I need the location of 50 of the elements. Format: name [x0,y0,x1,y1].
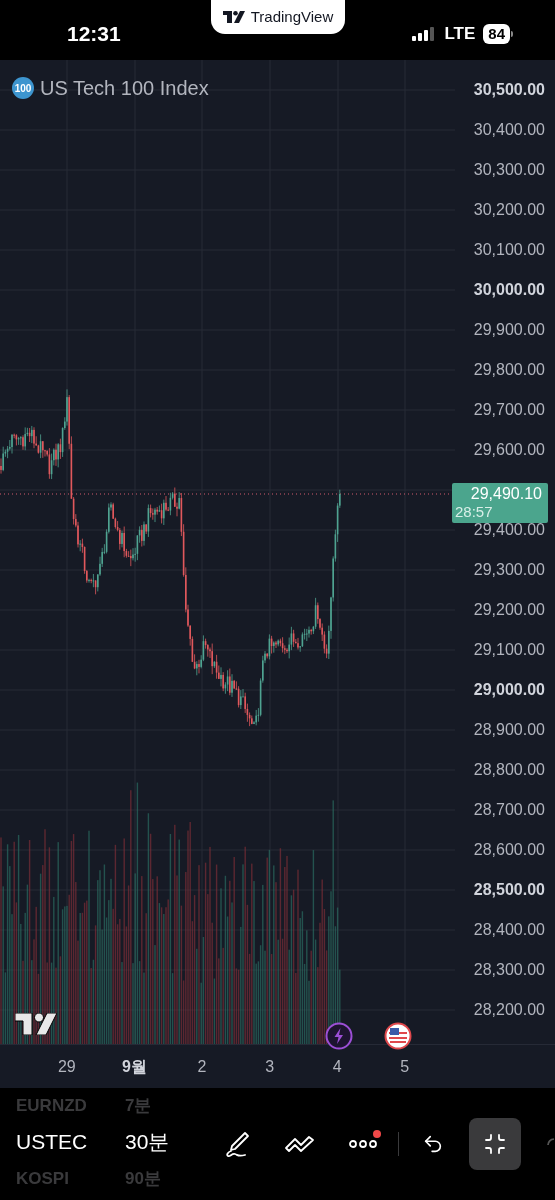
picker-option[interactable]: 7분 [124,1089,215,1122]
network-label: LTE [444,23,476,46]
price-label: 28,600.00 [473,840,545,860]
time-label: 3 [265,1056,275,1077]
price-label: 29,600.00 [473,440,545,460]
signal-icon [412,27,437,41]
time-label: 5 [400,1056,410,1077]
price-label: 28,400.00 [473,920,545,940]
price-label: 29,200.00 [473,600,545,620]
last-price-label: 29,490.10 28:57 [452,483,548,523]
logo-icon [15,1013,57,1035]
picker-option[interactable]: 90분 [124,1162,215,1195]
price-label: 29,400.00 [473,520,545,540]
status-time: 12:31 [67,21,121,48]
lightning-icon[interactable] [325,1022,353,1050]
logo-icon [222,11,245,23]
battery-icon: 84 [483,24,513,44]
price-label: 28,900.00 [473,720,545,740]
price-label: 30,300.00 [473,160,545,180]
price-label: 29,700.00 [473,400,545,420]
price-label: 29,100.00 [473,640,545,660]
price-label: 30,000.00 [473,280,545,300]
time-label: 4 [332,1056,342,1077]
price-label: 28,800.00 [473,760,545,780]
chart-title: US Tech 100 Index [40,76,209,101]
exit-fullscreen-button[interactable] [469,1118,522,1170]
time-label: 29 [57,1056,76,1077]
picker-option[interactable]: KOSPI [16,1162,125,1195]
price-label: 30,200.00 [473,200,545,220]
price-label: 30,400.00 [473,120,545,140]
price-label: 29,300.00 [473,560,545,580]
picker-option[interactable]: EURNZD [16,1089,125,1122]
price-label: 29,000.00 [473,680,545,700]
price-label: 28,700.00 [473,800,545,820]
price-label: 28,200.00 [473,1000,545,1020]
symbol-badge: 100 [12,77,34,99]
ellipsis-icon[interactable] [348,1139,379,1149]
flag-icon[interactable] [384,1022,412,1050]
picker-option[interactable]: 30분 [124,1122,215,1162]
time-label: 9월 [121,1056,147,1077]
price-label: 29,900.00 [473,320,545,340]
price-label: 30,100.00 [473,240,545,260]
price-label: 28,300.00 [473,960,545,980]
app-name: TradingView [250,6,334,27]
picker-option[interactable]: USTEC [16,1122,125,1162]
time-label: 2 [197,1056,207,1077]
price-label: 29,800.00 [473,360,545,380]
price-label: 28,500.00 [473,880,545,900]
price-label: 30,500.00 [473,80,545,100]
exit-fullscreen-icon[interactable] [483,1132,508,1156]
